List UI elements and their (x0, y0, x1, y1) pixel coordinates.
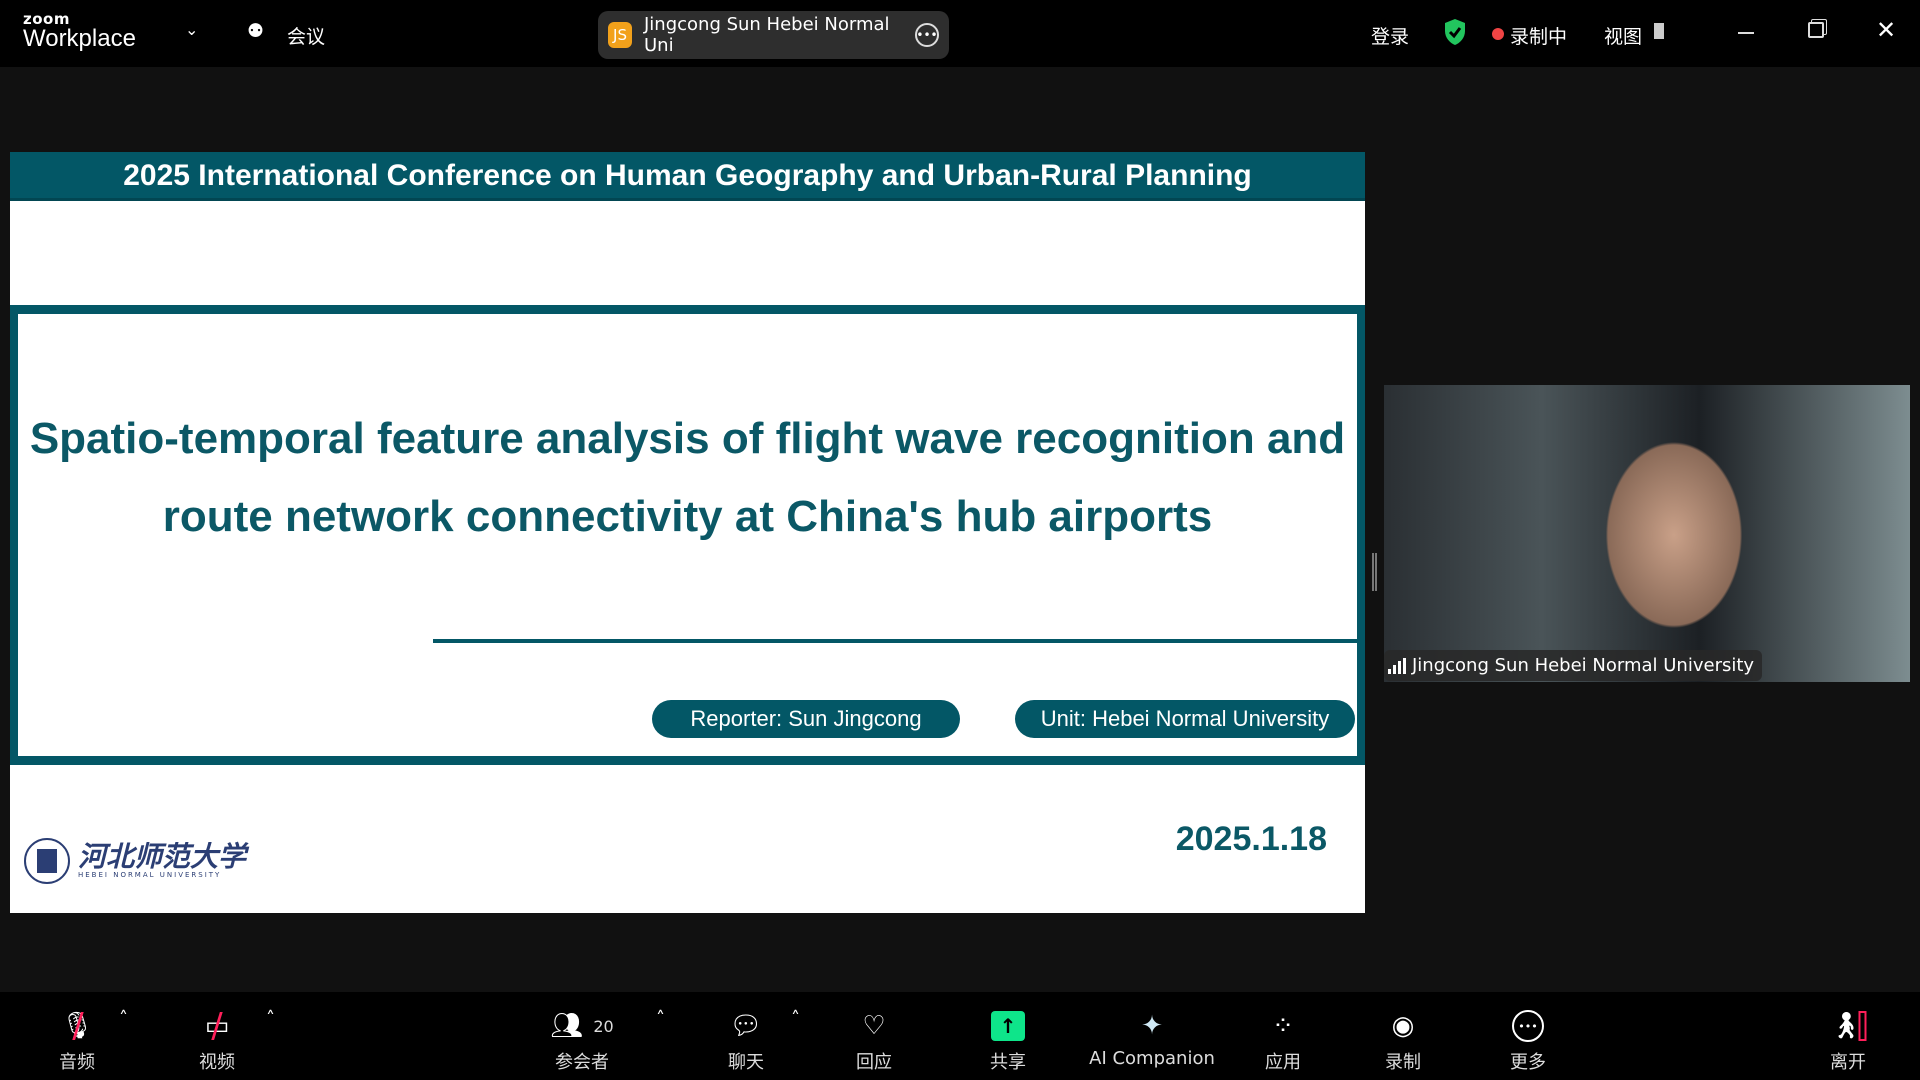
share-button[interactable]: ↑ 共享 (990, 992, 1026, 1074)
brand: Workplace (23, 25, 136, 52)
more-button[interactable]: ••• 更多 (1510, 992, 1546, 1074)
camera-off-icon: ▭ / (204, 1006, 230, 1046)
share-label: 共享 (990, 1052, 1026, 1073)
audio-options-caret-icon[interactable]: ˄ (119, 1008, 128, 1029)
conference-banner: 2025 International Conference on Human G… (10, 152, 1365, 201)
university-seal-icon (24, 838, 70, 884)
video-button[interactable]: ▭ / 视频 (199, 992, 235, 1074)
apps-icon: ⁘ (1272, 1011, 1294, 1041)
audio-label: 音频 (59, 1052, 95, 1073)
logo-cn: 河北师范大学 (78, 840, 247, 873)
participant-count: 20 (593, 1016, 614, 1036)
chat-label: 聊天 (728, 1052, 764, 1073)
leave-door-icon: 🚶︎ (1829, 1006, 1867, 1046)
university-logo: 河北师范大学 HEBEI NORMAL UNIVERSITY (24, 838, 246, 884)
slide-date: 2025.1.18 (1175, 820, 1327, 858)
meeting-icon: ⚉ (247, 20, 265, 42)
restore-icon[interactable] (1808, 22, 1824, 38)
close-icon[interactable]: ✕ (1876, 16, 1896, 44)
active-speaker-pill[interactable]: JS Jingcong Sun Hebei Normal Uni ••• (598, 11, 949, 59)
chevron-down-icon[interactable]: ⌄ (185, 20, 198, 39)
view-button[interactable]: 视图 (1604, 22, 1642, 49)
minimize-icon[interactable] (1738, 32, 1754, 34)
meeting-menu[interactable]: 会议 (287, 22, 325, 49)
title-frame: Spatio-temporal feature analysis of flig… (10, 305, 1365, 765)
leave-label: 离开 (1829, 1052, 1866, 1073)
signin-button[interactable]: 登录 (1371, 22, 1409, 49)
panel-resize-handle[interactable] (1372, 553, 1377, 591)
microphone-muted-icon: 🎙︎ / (60, 1006, 94, 1046)
audio-button[interactable]: 🎙︎ / 音频 (59, 992, 95, 1074)
signal-strength-icon (1388, 657, 1406, 674)
ai-companion-button[interactable]: ✦ AI Companion (1089, 992, 1215, 1069)
shield-check-icon[interactable] (1443, 18, 1467, 46)
zoom-logo: zoom Workplace (23, 12, 136, 51)
video-label: 视频 (199, 1052, 235, 1073)
share-arrow-icon: ↑ (991, 1006, 1025, 1046)
view-layout-icon[interactable] (1654, 23, 1664, 39)
divider (433, 639, 1361, 643)
video-options-caret-icon[interactable]: ˄ (266, 1008, 275, 1029)
record-icon: ◉ (1391, 1011, 1415, 1041)
meeting-toolbar: 🎙︎ / 音频 ˄ ▭ / 视频 ˄ 👥︎ 20 参会者 ˄ 💬︎ 聊天 ˄ ♡ 回应 ↑ 共享 … (0, 992, 1920, 1080)
apps-button[interactable]: ⁘ 应用 (1265, 992, 1301, 1074)
chat-caret-icon[interactable]: ˄ (791, 1008, 800, 1029)
slide-title-line2: route network connectivity at China's hu… (162, 492, 1213, 541)
more-label: 更多 (1510, 1052, 1546, 1073)
leave-button[interactable]: 🚶︎ 离开 (1829, 992, 1867, 1074)
participants-icon: 👥︎ (550, 1011, 584, 1041)
chat-icon: 💬︎ (729, 1011, 763, 1041)
speaker-avatar: JS (608, 22, 632, 48)
heart-icon: ♡ (862, 1011, 886, 1041)
participants-button[interactable]: 👥︎ 20 参会者 (550, 992, 613, 1074)
apps-label: 应用 (1265, 1052, 1301, 1073)
recording-dot-icon (1492, 28, 1504, 40)
ai-companion-label: AI Companion (1089, 1048, 1215, 1069)
unit-badge: Unit: Hebei Normal University (1015, 700, 1355, 738)
title-bar: zoom Workplace ⌄ ⚉ 会议 JS Jingcong Sun Heb… (0, 0, 1920, 67)
reactions-label: 回应 (856, 1052, 892, 1073)
participants-label: 参会者 (555, 1052, 609, 1073)
shared-slide: 2025 International Conference on Human G… (10, 152, 1365, 913)
reactions-button[interactable]: ♡ 回应 (856, 992, 892, 1074)
participant-name-label: Jingcong Sun Hebei Normal University (1384, 650, 1763, 681)
speaker-name: Jingcong Sun Hebei Normal Uni (643, 14, 890, 56)
record-button[interactable]: ◉ 录制 (1385, 992, 1421, 1074)
sparkle-icon: ✦ (1141, 1011, 1163, 1041)
recording-status[interactable]: 录制中 (1510, 22, 1567, 49)
participant-video[interactable] (1384, 385, 1910, 682)
slide-title-line1: Spatio-temporal feature analysis of flig… (29, 414, 1346, 463)
participant-name: Jingcong Sun Hebei Normal University (1412, 655, 1755, 676)
reporter-badge: Reporter: Sun Jingcong (652, 700, 960, 738)
logo-en: HEBEI NORMAL UNIVERSITY (78, 871, 222, 879)
chat-button[interactable]: 💬︎ 聊天 (728, 992, 764, 1074)
more-options-icon[interactable]: ••• (915, 23, 939, 47)
record-label: 录制 (1385, 1052, 1421, 1073)
more-icon: ••• (1512, 1006, 1544, 1046)
participants-caret-icon[interactable]: ˄ (656, 1008, 665, 1029)
